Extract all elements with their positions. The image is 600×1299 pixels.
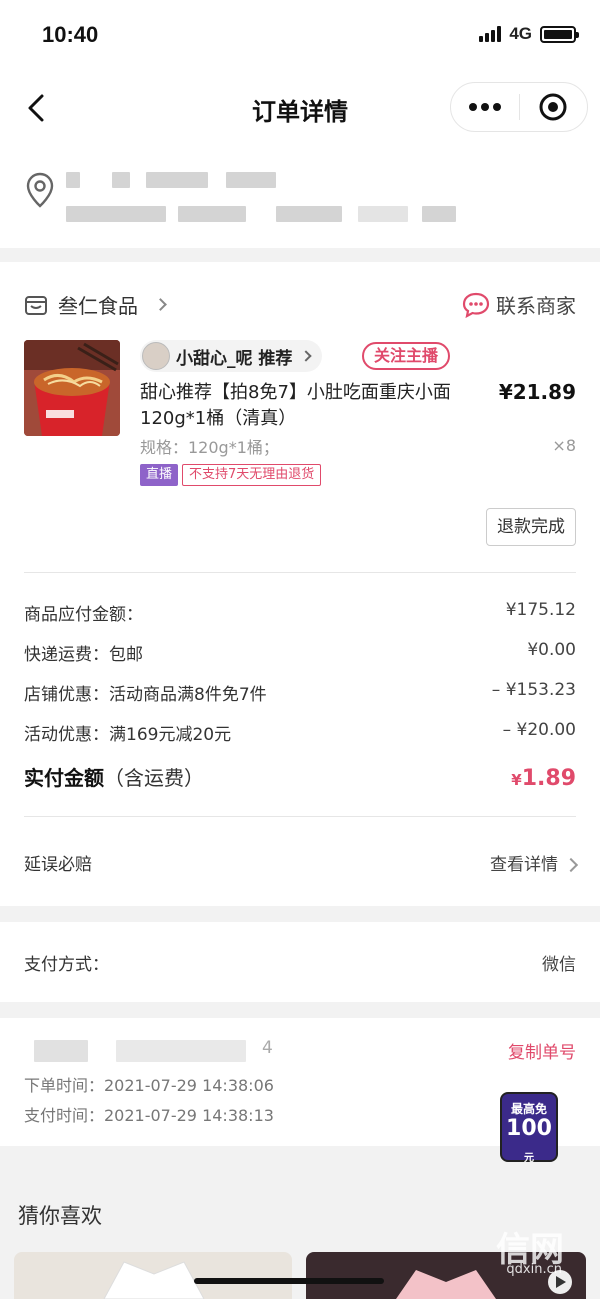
order-card: 叁仁食品 联系商家 小甜心_呢 推荐 关注主播 甜心推荐【拍8免7】小肚吃面重庆… [0,262,600,906]
fee-value: – ¥20.00 [502,720,576,740]
address-section[interactable] [0,144,600,262]
divider [24,816,576,817]
chevron-right-icon [154,298,167,311]
payment-row: 支付方式： 微信 [24,950,576,975]
status-time: 10:40 [42,22,99,47]
payment-card: 支付方式： 微信 [0,922,600,1002]
payment-label: 支付方式： [24,955,109,975]
chevron-right-icon [300,350,313,362]
order-id-tail: 4 [262,1038,273,1058]
redacted-address [422,206,456,222]
avatar [142,342,170,370]
mini-program-capsule [450,82,588,132]
total-amount: ¥1.89 [511,766,576,791]
divider [24,572,576,573]
product-spec: 规格：120g*1桶； [140,438,279,457]
redacted-address [276,206,342,222]
redacted-address [66,206,166,222]
fee-row: 快递运费：包邮 ¥0.00 [24,640,576,665]
total-label: 实付金额（含运费） [24,766,204,790]
total-row: 实付金额（含运费） ¥1.89 [24,762,576,791]
contact-seller-label: 联系商家 [496,294,576,318]
redacted-phone [146,172,208,188]
close-program-button[interactable] [520,83,588,131]
status-bar: 10:40 4G [0,0,600,72]
delay-label: 延误必赔 [24,855,92,875]
fee-label: 店铺优惠：活动商品满8件免7件 [24,685,267,705]
more-dots-icon [468,103,501,111]
contact-seller-button[interactable]: 联系商家 [462,290,576,319]
streamer-name: 小甜心_呢 推荐 [176,348,293,369]
network-label: 4G [509,24,532,43]
product-quantity: ×8 [552,436,576,455]
redacted-phone [226,172,276,188]
product-price: ¥21.89 [498,380,576,404]
view-details-link[interactable]: 查看详情 [490,850,579,875]
recommend-item[interactable] [14,1252,292,1299]
shop-link[interactable]: 叁仁食品 [24,290,167,319]
fee-value: – ¥153.23 [491,680,576,700]
fee-label: 商品应付金额： [24,605,143,625]
shop-name: 叁仁食品 [58,294,138,318]
fee-label: 快递运费：包邮 [24,645,143,665]
product-name[interactable]: 甜心推荐【拍8免7】小肚吃面重庆小面120g*1桶（清真） [140,380,470,432]
copy-order-id-button[interactable]: 复制单号 [508,1038,576,1063]
badge-number: 100元 [506,1116,552,1164]
fee-row: 活动优惠：满169元减20元 – ¥20.00 [24,720,576,745]
shop-icon [25,295,47,315]
badge-top: 最高免 [510,1102,547,1116]
location-pin-icon [26,172,54,208]
chat-bubble-icon [462,292,490,318]
redacted-address [178,206,246,222]
status-icons: 4G [479,24,579,44]
delay-compensation-row[interactable]: 延误必赔 查看详情 [24,850,579,875]
recommend-title: 猜你喜欢 [18,1204,102,1228]
fee-row: 商品应付金额： ¥175.12 [24,600,576,625]
redacted-name [112,172,130,188]
target-close-icon [539,93,567,121]
refund-complete-button[interactable]: 退款完成 [486,508,576,546]
payment-value: 微信 [542,955,576,975]
signal-icon [479,26,502,42]
live-tag: 直播 [140,464,179,486]
nav-bar: 订单详情 [0,72,600,144]
fee-row: 店铺优惠：活动商品满8件免7件 – ¥153.23 [24,680,576,705]
fee-value: ¥175.12 [505,600,576,620]
order-time: 下单时间：2021-07-29 14:38:06 [24,1076,274,1095]
promo-badge[interactable]: 最高免 100元 [500,1092,558,1164]
redacted-order-id [116,1040,246,1062]
redacted-address [358,206,408,222]
home-indicator [194,1278,384,1284]
fee-value: ¥0.00 [527,640,576,660]
pay-time: 支付时间：2021-07-29 14:38:13 [24,1106,274,1125]
redacted-name [66,172,80,188]
follow-streamer-button[interactable]: 关注主播 [362,342,451,370]
chevron-right-icon [563,857,579,873]
redacted-order-id [34,1040,88,1062]
no-return-tag: 不支持7天无理由退货 [182,464,322,486]
fee-label: 活动优惠：满169元减20元 [24,725,232,745]
product-thumbnail[interactable] [24,340,120,436]
more-button[interactable] [451,83,519,131]
watermark-url: qdxin.cn [506,1262,562,1277]
streamer-recommend-link[interactable]: 小甜心_呢 推荐 [140,340,323,372]
battery-icon [540,25,579,43]
